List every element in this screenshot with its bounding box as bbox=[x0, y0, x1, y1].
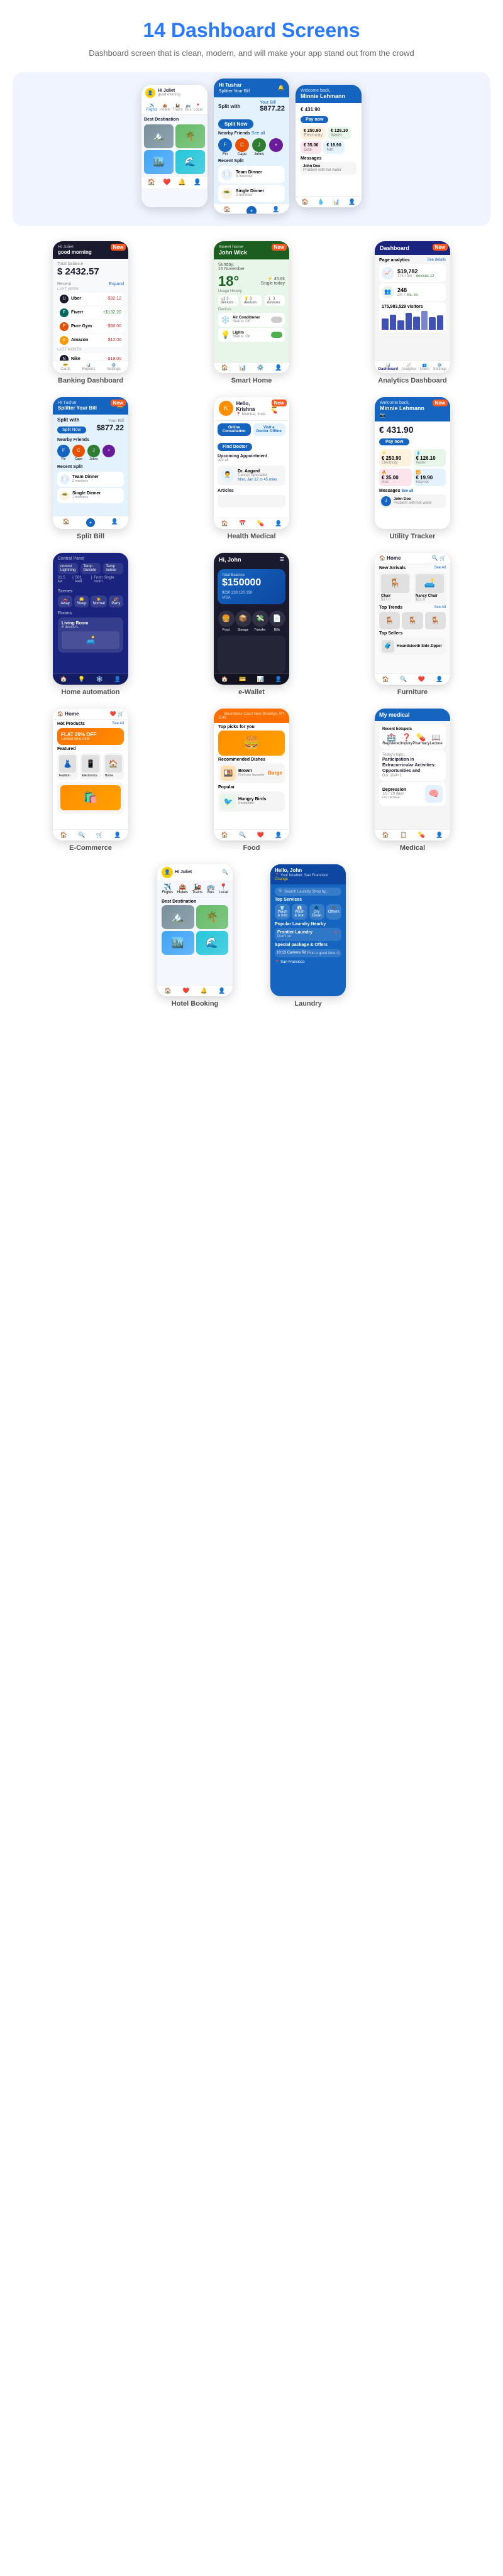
furniture-phone: 🏠 Home 🔍 🛒 New Arrivals See All 🪑 Chair … bbox=[375, 553, 450, 685]
screen-splitbill: New Hi TusharSplitter Your Bill 🔔 Split … bbox=[53, 397, 128, 540]
homeauto-phone: Central Panel controlLightning TempOutsi… bbox=[53, 553, 128, 685]
medical-label: Medical bbox=[400, 844, 425, 852]
furniture-label: Furniture bbox=[397, 688, 428, 696]
screens-row-1: New Hi Juliet good morning Total balance… bbox=[13, 241, 490, 384]
screen-smarthome: New Sweet home John Wick Sunday,15 Novem… bbox=[214, 241, 289, 384]
screen-medical: My medical Recent hotspots 🏥Registered ❓… bbox=[375, 709, 450, 852]
screen-homeauto: Central Panel controlLightning TempOutsi… bbox=[53, 553, 128, 696]
hotel-label: Hotel Booking bbox=[172, 1000, 219, 1008]
screens-row-4: 🏠 Home ❤️ 🛒 Hot Products See All FLAT 20… bbox=[13, 709, 490, 852]
screens-row-5: 👤 Hi Juliet 🔍 ✈️Flights 🏨Hotels 🚂Trains … bbox=[13, 864, 490, 1008]
screen-ewallet: Hi, John ☰ Total Balance $150000 9230 23… bbox=[214, 553, 289, 696]
analytics-phone: New Dashboard 🔍 ⋮ Page analytics See det… bbox=[375, 241, 450, 373]
ecommerce-label: E-Commerce bbox=[69, 844, 112, 852]
screens-row-3: Central Panel controlLightning TempOutsi… bbox=[13, 553, 490, 696]
splitbill-label: Split Bill bbox=[77, 533, 104, 540]
health-phone: New K Hello, Krishna 📍 Mumbai, India 🔔 💊… bbox=[214, 397, 289, 529]
screen-furniture: 🏠 Home 🔍 🛒 New Arrivals See All 🪑 Chair … bbox=[375, 553, 450, 696]
screen-health: New K Hello, Krishna 📍 Mumbai, India 🔔 💊… bbox=[214, 397, 289, 540]
banking-new-badge: New bbox=[111, 244, 126, 251]
laundry-phone: Hello, John 📍 Your location: San Francis… bbox=[270, 864, 346, 996]
medical-phone: My medical Recent hotspots 🏥Registered ❓… bbox=[375, 709, 450, 840]
homeauto-label: Home automation bbox=[62, 688, 120, 696]
ewallet-phone: Hi, John ☰ Total Balance $150000 9230 23… bbox=[214, 553, 289, 685]
screen-laundry: Hello, John 📍 Your location: San Francis… bbox=[270, 864, 346, 1008]
screen-hotel: 👤 Hi Juliet 🔍 ✈️Flights 🏨Hotels 🚂Trains … bbox=[157, 864, 233, 1008]
utility-new-badge: New bbox=[433, 399, 448, 406]
screen-utility: New Welcome back, Minnie Lehmann 📷 € 431… bbox=[375, 397, 450, 540]
utility-label: Utility Tracker bbox=[390, 533, 436, 540]
screen-ecommerce: 🏠 Home ❤️ 🛒 Hot Products See All FLAT 20… bbox=[53, 709, 128, 852]
screens-row-2: New Hi TusharSplitter Your Bill 🔔 Split … bbox=[13, 397, 490, 540]
screen-analytics: New Dashboard 🔍 ⋮ Page analytics See det… bbox=[375, 241, 450, 384]
hero-phone-center: Hi TusharSplitter Your Bill 🔔 Split with… bbox=[214, 79, 289, 214]
banking-phone: New Hi Juliet good morning Total balance… bbox=[53, 241, 128, 373]
page-subtitle: Dashboard screen that is clean, modern, … bbox=[13, 47, 490, 60]
smarthome-label: Smart Home bbox=[231, 377, 272, 384]
splitbill-new-badge: New bbox=[111, 399, 126, 406]
smarthome-new-badge: New bbox=[272, 244, 287, 251]
analytics-new-badge: New bbox=[433, 244, 448, 251]
hero-phone-right: Welcome back, Minnie Lehmann € 431.90 Pa… bbox=[296, 85, 362, 207]
ewallet-label: e-Wallet bbox=[238, 688, 265, 696]
food-phone: 📍 Moonstone Court New Brooklyn, NY 1148 … bbox=[214, 709, 289, 840]
ecommerce-phone: 🏠 Home ❤️ 🛒 Hot Products See All FLAT 20… bbox=[53, 709, 128, 840]
food-label: Food bbox=[243, 844, 260, 852]
header: 14 Dashboard Screens Dashboard screen th… bbox=[13, 19, 490, 60]
page-title: 14 Dashboard Screens bbox=[13, 19, 490, 42]
screen-banking: New Hi Juliet good morning Total balance… bbox=[53, 241, 128, 384]
hotel-phone: 👤 Hi Juliet 🔍 ✈️Flights 🏨Hotels 🚂Trains … bbox=[157, 864, 233, 996]
health-label: Health Medical bbox=[227, 533, 275, 540]
analytics-label: Analytics Dashboard bbox=[378, 377, 446, 384]
screen-food: 📍 Moonstone Court New Brooklyn, NY 1148 … bbox=[214, 709, 289, 852]
laundry-label: Laundry bbox=[294, 1000, 321, 1008]
hero-phone-left: 👤 Hi Juliet good evening ✈️Flights 🏨Hote… bbox=[141, 85, 207, 207]
banking-label: Banking Dashboard bbox=[58, 377, 123, 384]
health-new-badge: New bbox=[272, 399, 287, 406]
splitbill-phone: New Hi TusharSplitter Your Bill 🔔 Split … bbox=[53, 397, 128, 529]
utility-phone: New Welcome back, Minnie Lehmann 📷 € 431… bbox=[375, 397, 450, 529]
smarthome-phone: New Sweet home John Wick Sunday,15 Novem… bbox=[214, 241, 289, 373]
page: 14 Dashboard Screens Dashboard screen th… bbox=[0, 0, 503, 1039]
